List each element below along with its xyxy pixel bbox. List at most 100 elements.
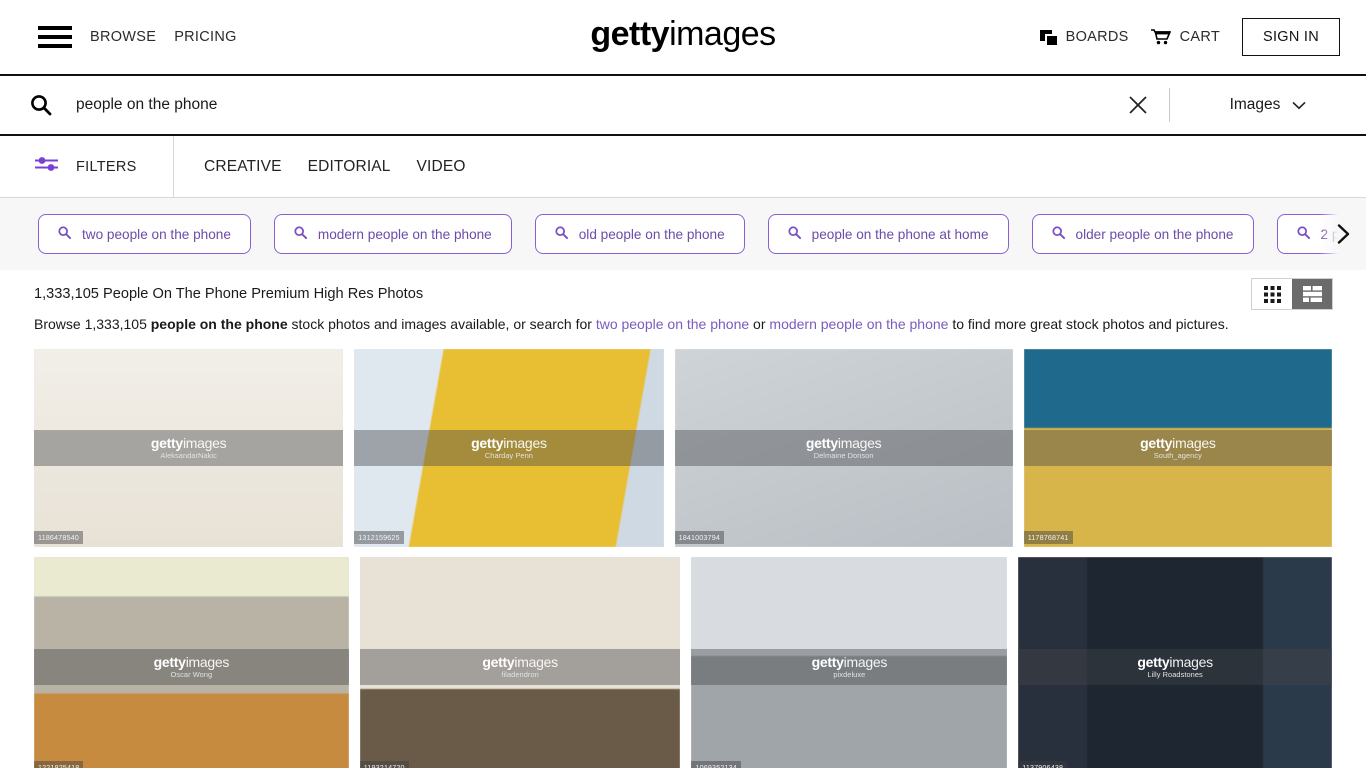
- image-grid-row: gettyimages AleksandarNakic 1186478540 gett…: [34, 349, 1332, 548]
- logo-getty: getty: [590, 15, 670, 53]
- media-type-select[interactable]: Images: [1170, 96, 1366, 114]
- search-icon: [555, 226, 568, 242]
- sign-in-button[interactable]: SIGN IN: [1241, 18, 1340, 56]
- photographer-credit: pixdeluxe: [833, 669, 866, 679]
- related-search-chip-label: older people on the phone: [1075, 226, 1234, 242]
- image-result-card[interactable]: gettyimages Charday Penn 1312159625: [354, 349, 664, 548]
- photographer-credit: South_agency: [1153, 450, 1202, 460]
- image-result-card[interactable]: gettyimages Delmaine Donson 1841003794: [674, 349, 1013, 548]
- related-search-chip-label: people on the phone at home: [811, 226, 989, 242]
- asset-id-label: 1312159625: [354, 531, 404, 545]
- grid-view-icon: [1263, 285, 1281, 303]
- search-icon: [1296, 226, 1310, 242]
- chips-next-arrow[interactable]: [1320, 198, 1366, 270]
- filters-button[interactable]: FILTERS: [0, 136, 174, 197]
- nav-pricing[interactable]: PRICING: [174, 29, 236, 45]
- watermark-logo: gettyimages: [1140, 434, 1216, 451]
- getty-watermark: gettyimages Charday Penn: [354, 430, 664, 467]
- photographer-credit: filadendron: [501, 669, 539, 679]
- watermark-logo: gettyimages: [150, 434, 227, 451]
- sliders-icon: [34, 155, 60, 178]
- getty-watermark: gettyimages pixdeluxe: [691, 649, 1008, 686]
- image-result-card[interactable]: gettyimages AleksandarNakic 1186478540: [34, 349, 344, 548]
- mosaic-view-button[interactable]: [1292, 279, 1332, 309]
- asset-id-label: 1137906438: [1018, 761, 1068, 768]
- asset-id-label: 1069352134: [691, 761, 741, 768]
- cart-button[interactable]: CART: [1150, 29, 1220, 45]
- watermark-logo: gettyimages: [805, 434, 882, 451]
- header-left-group: BROWSE PRICING: [0, 26, 237, 48]
- asset-id-label: 1221825418: [34, 761, 84, 768]
- photographer-credit: Delmaine Donson: [813, 450, 874, 460]
- clear-search-icon[interactable]: [1121, 88, 1155, 122]
- asset-id-label: 1178768741: [1023, 531, 1073, 545]
- search-icon: [58, 226, 72, 242]
- getty-watermark: gettyimages AleksandarNakic: [34, 430, 344, 467]
- photographer-credit: AleksandarNakic: [160, 450, 217, 460]
- image-result-card[interactable]: gettyimages filadendron 1193214720: [359, 557, 681, 768]
- asset-id-label: 1193214720: [359, 761, 409, 768]
- search-icon: [1051, 226, 1065, 242]
- image-grid-row: gettyimages Oscar Wong 1221825418 gettyimag…: [34, 557, 1332, 768]
- desc-middle: stock photos and images available, or se…: [287, 316, 596, 332]
- image-result-card[interactable]: gettyimages Oscar Wong 1221825418: [34, 557, 349, 768]
- chevron-down-icon: [1292, 101, 1306, 109]
- desc-link-modern-people[interactable]: modern people on the phone: [769, 316, 948, 332]
- image-result-card[interactable]: gettyimages Lilly Roadstones 1137906438: [1018, 557, 1332, 768]
- related-search-chip[interactable]: people on the phone at home: [767, 214, 1009, 254]
- watermark-logo: gettyimages: [811, 653, 888, 670]
- boards-icon: [1039, 29, 1057, 45]
- watermark-logo: gettyimages: [471, 434, 547, 451]
- photographer-credit: Lilly Roadstones: [1147, 669, 1203, 679]
- related-search-chip[interactable]: modern people on the phone: [273, 214, 512, 254]
- getty-images-logo[interactable]: gettyimages: [590, 14, 776, 54]
- getty-watermark: gettyimages Oscar Wong: [34, 649, 349, 686]
- tab-editorial[interactable]: EDITORIAL: [308, 158, 391, 176]
- photographer-credit: Charday Penn: [484, 450, 533, 460]
- hamburger-menu-icon[interactable]: [38, 26, 72, 48]
- boards-button[interactable]: BOARDS: [1039, 29, 1129, 45]
- related-search-chip[interactable]: old people on the phone: [534, 214, 745, 254]
- watermark-logo: gettyimages: [1137, 653, 1213, 670]
- search-input[interactable]: [76, 96, 1121, 114]
- tab-creative[interactable]: CREATIVE: [204, 158, 282, 176]
- search-icon: [294, 226, 307, 242]
- results-info: 1,333,105 People On The Phone Premium Hi…: [0, 270, 1366, 333]
- desc-before: Browse 1,333,105: [34, 316, 151, 332]
- search-bar: Images: [0, 74, 1366, 136]
- related-searches-bar: two people on the phone modern people on …: [0, 198, 1366, 270]
- search-icon: [30, 94, 52, 116]
- asset-id-label: 1841003794: [674, 531, 724, 545]
- mosaic-view-icon: [1302, 286, 1322, 302]
- logo-images: images: [669, 15, 776, 53]
- related-search-chips: two people on the phone modern people on …: [0, 214, 1366, 254]
- desc-link-two-people[interactable]: two people on the phone: [596, 316, 749, 332]
- result-description: Browse 1,333,105 people on the phone sto…: [34, 315, 1332, 333]
- content-tabs: CREATIVE EDITORIAL VIDEO: [174, 158, 466, 176]
- photographer-credit: Oscar Wong: [170, 669, 213, 679]
- watermark-logo: gettyimages: [153, 653, 230, 670]
- image-result-card[interactable]: gettyimages pixdeluxe 1069352134: [691, 557, 1008, 768]
- boards-label: BOARDS: [1065, 29, 1129, 45]
- tab-video[interactable]: VIDEO: [417, 158, 466, 176]
- watermark-logo: gettyimages: [482, 653, 558, 670]
- related-search-chip[interactable]: older people on the phone: [1031, 214, 1254, 254]
- getty-watermark: gettyimages South_agency: [1023, 430, 1332, 467]
- image-results-grid: gettyimages AleksandarNakic 1186478540 gett…: [0, 349, 1366, 768]
- cart-icon: [1150, 29, 1171, 45]
- result-count-heading: 1,333,105 People On The Phone Premium Hi…: [34, 286, 424, 302]
- getty-watermark: gettyimages Lilly Roadstones: [1018, 649, 1332, 686]
- cart-label: CART: [1179, 29, 1220, 45]
- filters-label: FILTERS: [76, 158, 137, 175]
- filter-tabs-bar: FILTERS CREATIVE EDITORIAL VIDEO: [0, 136, 1366, 198]
- image-result-card[interactable]: gettyimages South_agency 1178768741: [1023, 349, 1332, 548]
- nav-browse[interactable]: BROWSE: [90, 29, 156, 45]
- grid-view-button[interactable]: [1252, 279, 1292, 309]
- getty-watermark: gettyimages Delmaine Donson: [674, 430, 1013, 467]
- search-icon: [788, 226, 801, 242]
- view-toggle-group: [1251, 278, 1333, 310]
- asset-id-label: 1186478540: [34, 531, 83, 545]
- related-search-chip[interactable]: two people on the phone: [38, 214, 251, 254]
- header-right-group: BOARDS CART SIGN IN: [1039, 18, 1366, 56]
- related-search-chip-label: modern people on the phone: [317, 226, 492, 242]
